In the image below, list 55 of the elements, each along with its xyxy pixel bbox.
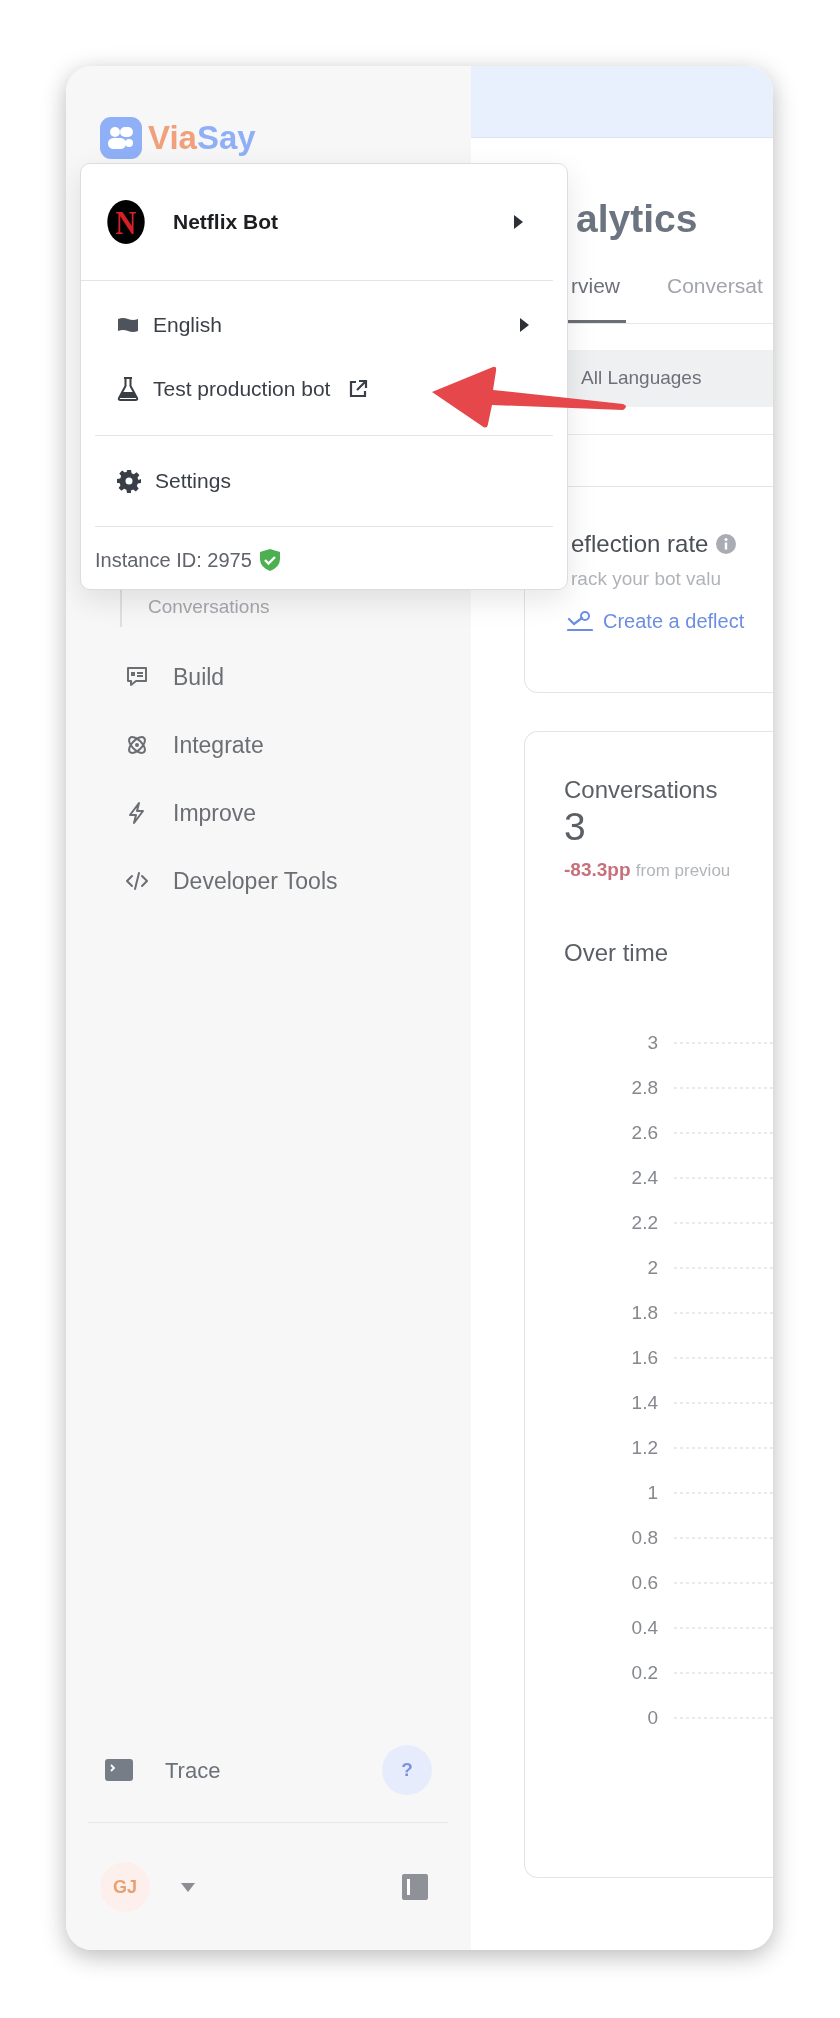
card-title: Conversations [564,775,719,805]
axis-tick-label: 1.4 [631,1392,658,1413]
info-icon [716,534,737,554]
help-button[interactable]: ? [382,1745,432,1795]
language-menu-item[interactable]: English [95,293,553,357]
route-icon [567,610,593,632]
sidebar-item[interactable]: Integrate [66,711,471,779]
caret-right-icon [514,215,523,229]
caret-right-icon [520,318,529,332]
instance-id: Instance ID: 2975 [95,548,252,573]
change-value: -83.3pp [564,859,631,880]
change-note: from previou [635,861,731,880]
test-bot-menu-item[interactable]: Test production bot [95,357,553,421]
axis-tick-label: 0.2 [631,1662,658,1683]
card-title: eflection rate [571,530,709,558]
flag-icon [117,317,139,333]
chat-bubble-icon [125,665,149,689]
flask-icon [117,377,139,401]
axis-tick-label: 1.6 [631,1347,658,1368]
axis-tick-label: 2 [647,1257,658,1278]
sidebar-item[interactable]: Developer Tools [66,847,471,915]
code-icon [125,869,149,893]
settings-icon [117,469,141,493]
axis-tick-label: 3 [647,1032,658,1053]
card-description: rack your bot valu [571,567,722,591]
axis-tick-label: 0 [647,1707,658,1728]
bot-switcher-item[interactable]: N Netflix Bot [81,164,553,281]
tab[interactable]: Conversat [661,264,769,323]
sidebar-item[interactable]: Build [66,643,471,711]
axis-tick-label: 2.6 [631,1122,658,1143]
axis-tick-label: 2.4 [631,1167,658,1188]
create-deflection-link[interactable]: Create a deflect [567,606,773,636]
bot-name: Netflix Bot [173,209,278,236]
logo-text: ViaSay [148,118,256,158]
axis-tick-label: 0.8 [631,1527,658,1548]
conversation-count: 3 [564,805,587,849]
orbit-icon [125,733,149,757]
axis-tick-label: 0.6 [631,1572,658,1593]
axis-tick-label: 0.4 [631,1617,658,1638]
axis-tick-label: 2.2 [631,1212,658,1233]
logo-icon [100,117,142,159]
caret-down-icon [181,1882,195,1892]
settings-menu-item[interactable]: Settings [95,449,553,513]
page-title: alytics [576,196,699,242]
terminal-icon [105,1759,133,1781]
axis-tick-label: 2.8 [631,1077,658,1098]
chart-title: Over time [564,938,669,968]
panel-toggle-icon [402,1874,428,1900]
sidebar-item[interactable]: Improve [66,779,471,847]
trace-label[interactable]: Trace [165,1753,221,1787]
axis-tick-label: 1 [647,1482,658,1503]
bot-avatar: N [107,200,145,244]
external-link-icon [348,379,369,399]
axis-tick-label: 1.2 [631,1437,658,1458]
axis-tick-label: 1.8 [631,1302,658,1323]
